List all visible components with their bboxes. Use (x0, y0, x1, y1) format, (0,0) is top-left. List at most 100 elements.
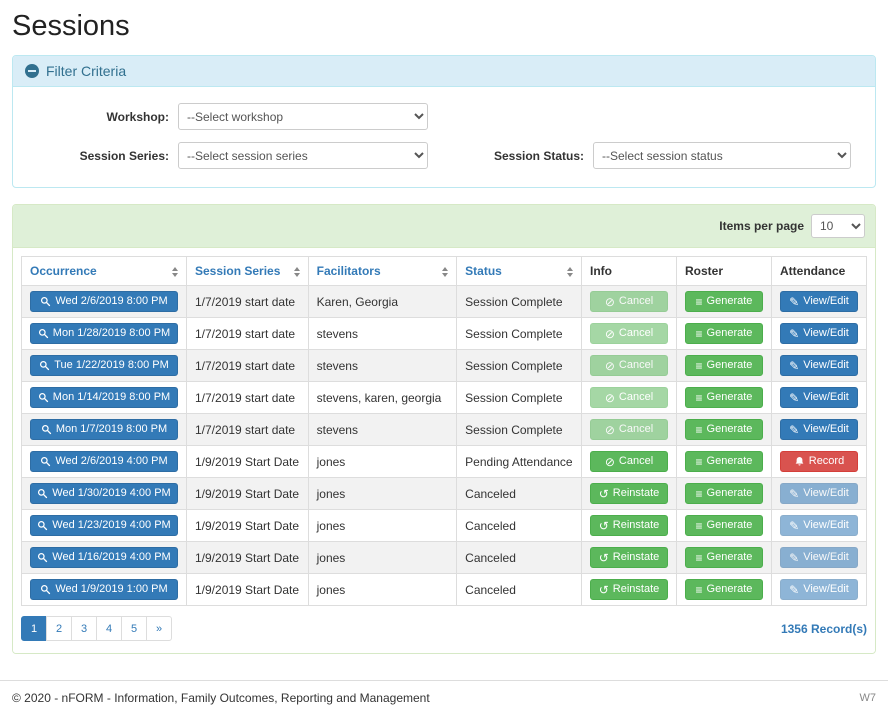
column-header-roster: Roster (676, 257, 771, 286)
attendance-cell: ✎View/Edit (771, 414, 866, 446)
cancel-button[interactable]: ⊘Cancel (590, 355, 668, 376)
generate-button[interactable]: ≡Generate (685, 451, 763, 472)
reinstate-button[interactable]: ↺Reinstate (590, 515, 668, 536)
footer-copyright: © 2020 - nFORM - Information, Family Out… (12, 691, 430, 705)
pagination-page-3-button[interactable]: 3 (71, 616, 97, 641)
generate-button[interactable]: ≡Generate (685, 387, 763, 408)
ban-icon: ⊘ (605, 296, 615, 308)
workshop-select[interactable]: --Select workshop (178, 103, 428, 130)
occurrence-button[interactable]: Wed 1/16/2019 4:00 PM (30, 547, 178, 568)
pagination: 12345» (21, 616, 172, 641)
column-header-facilitators[interactable]: Facilitators (308, 257, 457, 286)
column-header-occurrence[interactable]: Occurrence (22, 257, 187, 286)
cancel-button[interactable]: ⊘Cancel (590, 323, 668, 344)
info-cell: ⊘Cancel (581, 286, 676, 318)
ban-icon: ⊘ (605, 424, 615, 436)
occurrence-cell: Wed 2/6/2019 8:00 PM (22, 286, 187, 318)
attendance-cell: ✎View/Edit (771, 318, 866, 350)
view-edit-button[interactable]: ✎View/Edit (780, 291, 858, 312)
occurrence-cell: Mon 1/28/2019 8:00 PM (22, 318, 187, 350)
view-edit-button[interactable]: ✎View/Edit (780, 323, 858, 344)
reinstate-button[interactable]: ↺Reinstate (590, 579, 668, 600)
column-header-status[interactable]: Status (457, 257, 582, 286)
pencil-icon: ✎ (789, 328, 799, 340)
reinstate-button[interactable]: ↺Reinstate (590, 483, 668, 504)
pagination-page-4-button[interactable]: 4 (96, 616, 122, 641)
facilitators-cell: jones (308, 446, 457, 478)
session-status-select[interactable]: --Select session status (593, 142, 851, 169)
session-series-select[interactable]: --Select session series (178, 142, 428, 169)
generate-button[interactable]: ≡Generate (685, 547, 763, 568)
filter-criteria-header[interactable]: Filter Criteria (13, 56, 875, 87)
occurrence-button[interactable]: Wed 2/6/2019 4:00 PM (30, 451, 178, 472)
occurrence-cell: Wed 1/23/2019 4:00 PM (22, 510, 187, 542)
pagination-next-button[interactable]: » (146, 616, 172, 641)
view-edit-button[interactable]: ✎View/Edit (780, 419, 858, 440)
roster-cell: ≡Generate (676, 478, 771, 510)
occurrence-button[interactable]: Mon 1/14/2019 8:00 PM (30, 387, 178, 408)
occurrence-button[interactable]: Wed 2/6/2019 8:00 PM (30, 291, 178, 312)
generate-button[interactable]: ≡Generate (685, 419, 763, 440)
search-icon (37, 488, 48, 499)
view-edit-button[interactable]: ✎View/Edit (780, 547, 858, 568)
roster-cell: ≡Generate (676, 286, 771, 318)
generate-button[interactable]: ≡Generate (685, 515, 763, 536)
cancel-button[interactable]: ⊘Cancel (590, 387, 668, 408)
search-icon (40, 456, 51, 467)
status-cell: Canceled (457, 542, 582, 574)
roster-cell: ≡Generate (676, 574, 771, 606)
occurrence-button[interactable]: Wed 1/30/2019 4:00 PM (30, 483, 178, 504)
table-row: Tue 1/22/2019 8:00 PM 1/7/2019 start date… (22, 350, 867, 382)
attendance-cell: Record (771, 446, 866, 478)
items-per-page-select[interactable]: 10 (811, 214, 865, 238)
pagination-page-1-button[interactable]: 1 (21, 616, 47, 641)
status-cell: Canceled (457, 478, 582, 510)
cancel-button[interactable]: ⊘Cancel (590, 419, 668, 440)
filter-form: Workshop: --Select workshop Session Seri… (13, 87, 875, 187)
list-icon: ≡ (696, 456, 703, 468)
occurrence-button[interactable]: Mon 1/28/2019 8:00 PM (30, 323, 178, 344)
occurrence-button[interactable]: Tue 1/22/2019 8:00 PM (30, 355, 178, 376)
facilitators-cell: stevens, karen, georgia (308, 382, 457, 414)
session-series-cell: 1/9/2019 Start Date (187, 446, 309, 478)
occurrence-button[interactable]: Wed 1/9/2019 1:00 PM (30, 579, 178, 600)
undo-icon: ↺ (599, 552, 609, 564)
pencil-icon: ✎ (789, 520, 799, 532)
view-edit-button[interactable]: ✎View/Edit (780, 387, 858, 408)
column-header-session-series[interactable]: Session Series (187, 257, 309, 286)
session-series-cell: 1/9/2019 Start Date (187, 510, 309, 542)
occurrence-cell: Wed 2/6/2019 4:00 PM (22, 446, 187, 478)
pencil-icon: ✎ (789, 296, 799, 308)
occurrence-button[interactable]: Wed 1/23/2019 4:00 PM (30, 515, 178, 536)
search-icon (41, 424, 52, 435)
generate-button[interactable]: ≡Generate (685, 483, 763, 504)
generate-button[interactable]: ≡Generate (685, 323, 763, 344)
view-edit-button[interactable]: ✎View/Edit (780, 483, 858, 504)
list-icon: ≡ (696, 392, 703, 404)
view-edit-button[interactable]: ✎View/Edit (780, 579, 858, 600)
generate-button[interactable]: ≡Generate (685, 355, 763, 376)
filter-criteria-title: Filter Criteria (46, 63, 126, 79)
generate-button[interactable]: ≡Generate (685, 579, 763, 600)
pagination-page-2-button[interactable]: 2 (46, 616, 72, 641)
reinstate-button[interactable]: ↺Reinstate (590, 547, 668, 568)
generate-button[interactable]: ≡Generate (685, 291, 763, 312)
collapse-minus-icon[interactable] (25, 64, 39, 78)
info-cell: ↺Reinstate (581, 478, 676, 510)
occurrence-cell: Mon 1/7/2019 8:00 PM (22, 414, 187, 446)
occurrence-button[interactable]: Mon 1/7/2019 8:00 PM (30, 419, 178, 440)
cancel-button[interactable]: ⊘Cancel (590, 291, 668, 312)
view-edit-button[interactable]: ✎View/Edit (780, 355, 858, 376)
cancel-button[interactable]: ⊘Cancel (590, 451, 668, 472)
session-series-cell: 1/7/2019 start date (187, 350, 309, 382)
session-series-cell: 1/9/2019 Start Date (187, 574, 309, 606)
facilitators-cell: stevens (308, 318, 457, 350)
pagination-page-5-button[interactable]: 5 (121, 616, 147, 641)
info-cell: ⊘Cancel (581, 382, 676, 414)
occurrence-cell: Wed 1/9/2019 1:00 PM (22, 574, 187, 606)
facilitators-cell: stevens (308, 414, 457, 446)
record-button[interactable]: Record (780, 451, 858, 472)
view-edit-button[interactable]: ✎View/Edit (780, 515, 858, 536)
search-icon (38, 392, 49, 403)
table-header-row: Occurrence Session Series Facilitators S… (22, 257, 867, 286)
